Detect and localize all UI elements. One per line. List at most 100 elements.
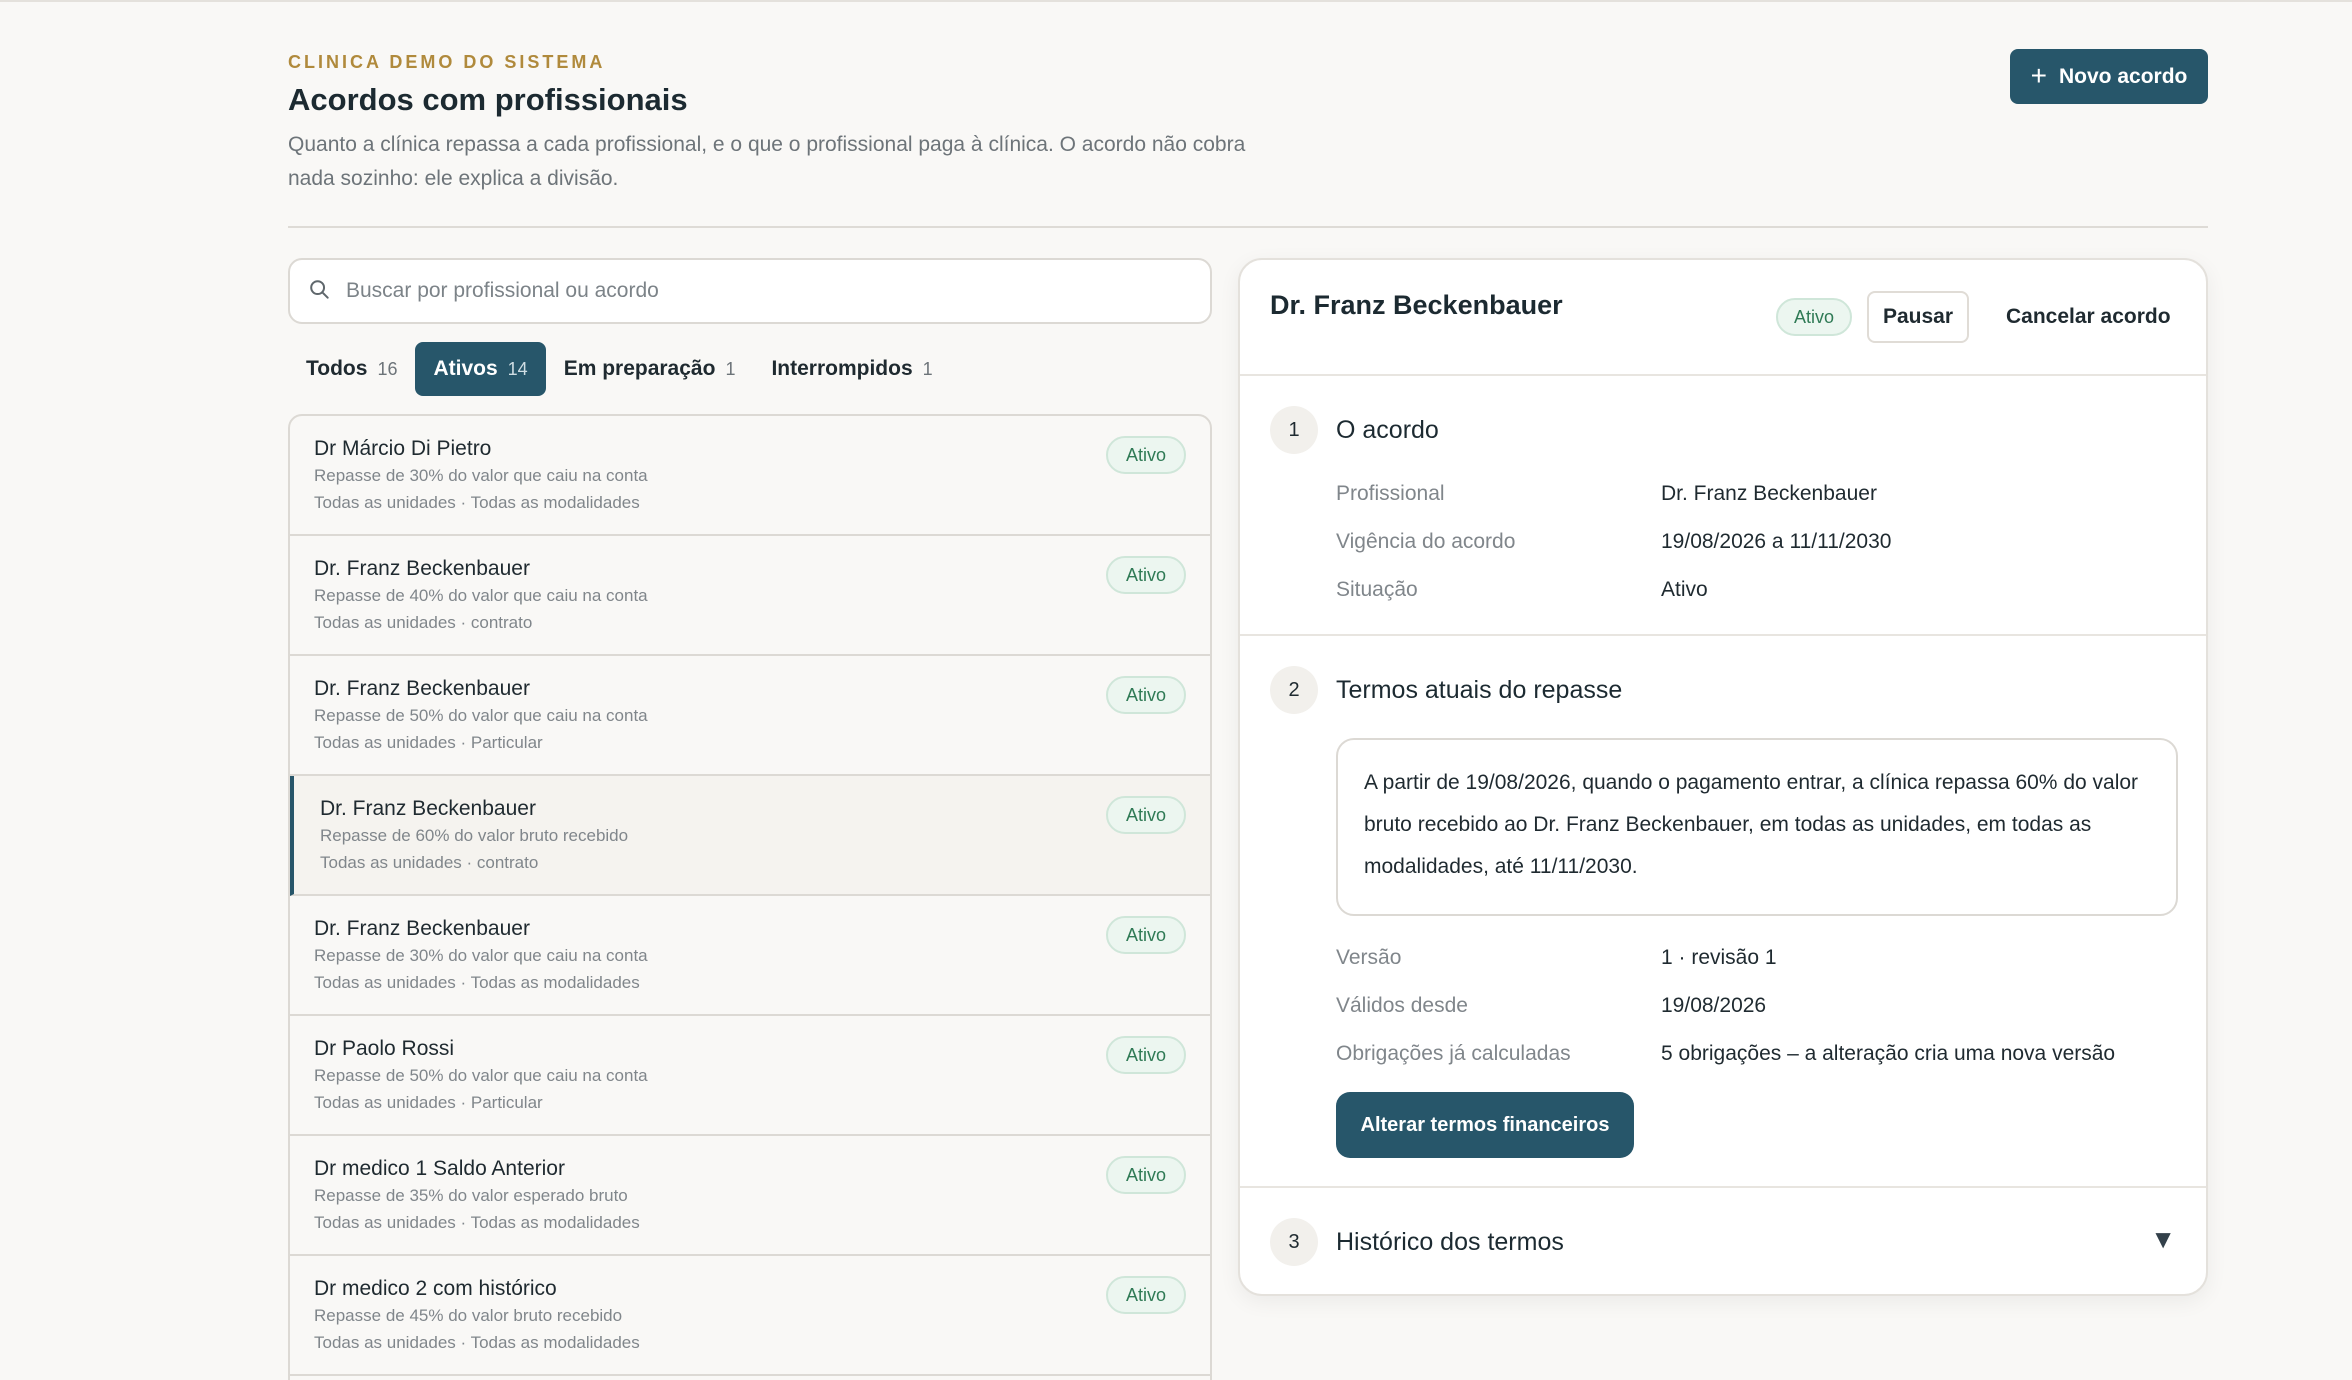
alter-financial-terms-button[interactable]: Alterar termos financeiros — [1336, 1092, 1634, 1158]
field-row: Válidos desde 19/08/2026 — [1336, 994, 1766, 1018]
list-item-selected[interactable]: Dr. Franz Beckenbauer Repasse de 60% do … — [290, 776, 1210, 896]
tab-count: 1 — [725, 358, 736, 379]
tab-ativos[interactable]: Ativos 14 — [415, 342, 546, 396]
new-agreement-button[interactable]: + Novo acordo — [2010, 49, 2208, 104]
agreement-terms: Repasse de 35% do valor esperado bruto — [314, 1186, 628, 1205]
professional-name: Dr. Franz Beckenbauer — [320, 797, 536, 820]
agreement-terms: Repasse de 45% do valor bruto recebido — [314, 1306, 623, 1325]
field-label: Situação — [1336, 578, 1418, 601]
step-number: 3 — [1270, 1218, 1318, 1266]
agreement-terms: Repasse de 60% do valor bruto recebido — [320, 826, 629, 845]
field-value: 19/08/2026 a 11/11/2030 — [1661, 530, 1892, 553]
field-value: 19/08/2026 — [1661, 994, 1767, 1017]
clinic-name: CLINICA DEMO DO SISTEMA — [288, 52, 606, 72]
professional-name: Dr Paolo Rossi — [314, 1037, 455, 1060]
new-agreement-label: Novo acordo — [2059, 64, 2188, 88]
status-badge: Ativo — [1105, 436, 1186, 474]
field-label: Vigência do acordo — [1336, 530, 1516, 553]
status-tabs: Todos 16 Ativos 14 Em preparação 1 Inter… — [288, 342, 951, 396]
field-row: Profissional Dr. Franz Beckenbauer — [1336, 482, 1877, 506]
step-number: 1 — [1270, 406, 1318, 454]
search-input[interactable] — [346, 279, 1166, 303]
agreement-terms: Repasse de 50% do valor que caiu na cont… — [314, 1066, 648, 1085]
agreement-terms: Repasse de 50% do valor que caiu na cont… — [314, 706, 648, 725]
tab-label: Todos — [306, 357, 368, 380]
agreement-scope: Todas as unidades · contrato — [314, 613, 533, 632]
page-title: Acordos com profissionais — [288, 82, 688, 117]
page-description: Quanto a clínica repassa a cada profissi… — [288, 133, 1246, 190]
section-agreement: 1 O acordo Profissional Dr. Franz Becken… — [1240, 376, 2206, 636]
professional-name: Dr. Franz Beckenbauer — [314, 557, 530, 580]
field-row: Obrigações já calculadas 5 obrigações – … — [1336, 1042, 2115, 1066]
list-item[interactable]: Dr medico 2 com histórico Repasse de 45%… — [290, 1256, 1210, 1376]
detail-header: Dr. Franz Beckenbauer Ativo Pausar Cance… — [1240, 260, 2206, 376]
professional-name: Dr medico 1 Saldo Anterior — [314, 1157, 565, 1180]
field-label: Obrigações já calculadas — [1336, 1042, 1571, 1065]
header-divider — [288, 226, 2208, 228]
status-badge: Ativo — [1105, 1036, 1186, 1074]
agreement-terms: Repasse de 30% do valor que caiu na cont… — [314, 466, 648, 485]
list-item[interactable]: Dr Paolo Rossi Repasse de 50% do valor q… — [290, 1016, 1210, 1136]
agreement-scope: Todas as unidades · Todas as modalidades — [314, 493, 640, 512]
tab-label: Interrompidos — [771, 357, 913, 380]
field-value: Ativo — [1661, 578, 1708, 601]
tab-count: 14 — [507, 358, 528, 379]
status-badge: Ativo — [1105, 676, 1186, 714]
field-row: Situação Ativo — [1336, 578, 1708, 602]
status-badge: Ativo — [1105, 556, 1186, 594]
status-badge: Ativo — [1776, 298, 1853, 336]
cancel-agreement-button[interactable]: Cancelar acordo — [1992, 291, 2185, 343]
field-value: Dr. Franz Beckenbauer — [1661, 482, 1877, 505]
search-icon — [308, 278, 330, 305]
tab-interrompidos[interactable]: Interrompidos 1 — [753, 342, 950, 396]
agreement-scope: Todas as unidades · Todas as modalidades — [314, 973, 640, 992]
agreement-detail-panel: Dr. Franz Beckenbauer Ativo Pausar Cance… — [1238, 258, 2208, 1296]
field-label: Versão — [1336, 946, 1402, 969]
list-item[interactable]: Dr. Franz Beckenbauer Repasse de 40% do … — [290, 536, 1210, 656]
tab-label: Ativos — [433, 357, 498, 380]
status-badge: Ativo — [1105, 916, 1186, 954]
list-item[interactable]: Dr medico 1 Saldo Anterior Repasse de 35… — [290, 1136, 1210, 1256]
professional-name: Dr medico 2 com histórico — [314, 1277, 557, 1300]
step-number: 2 — [1270, 666, 1318, 714]
top-border — [0, 0, 2352, 2]
terms-summary: A partir de 19/08/2026, quando o pagamen… — [1336, 738, 2178, 916]
field-value: 5 obrigações – a alteração cria uma nova… — [1661, 1042, 2116, 1065]
agreement-terms: Repasse de 40% do valor que caiu na cont… — [314, 586, 648, 605]
agreement-list: Dr Márcio Di Pietro Repasse de 30% do va… — [288, 414, 1212, 1380]
agreement-scope: Todas as unidades · contrato — [320, 853, 539, 872]
agreement-scope: Todas as unidades · Todas as modalidades — [314, 1213, 640, 1232]
status-badge: Ativo — [1105, 796, 1186, 834]
tab-count: 16 — [377, 358, 398, 379]
field-label: Válidos desde — [1336, 994, 1468, 1017]
field-row: Versão 1 · revisão 1 — [1336, 946, 1777, 970]
agreement-scope: Todas as unidades · Todas as modalidades — [314, 1333, 640, 1352]
list-item[interactable]: Dr. Franz Beckenbauer Repasse de 50% do … — [290, 656, 1210, 776]
agreement-terms: Repasse de 30% do valor que caiu na cont… — [314, 946, 648, 965]
section-title: O acordo — [1336, 416, 1439, 444]
tab-count: 1 — [922, 358, 933, 379]
section-title: Histórico dos termos — [1336, 1228, 1564, 1256]
professional-name: Dr. Franz Beckenbauer — [314, 677, 530, 700]
section-title: Termos atuais do repasse — [1336, 676, 1623, 704]
field-row: Vigência do acordo 19/08/2026 a 11/11/20… — [1336, 530, 1891, 554]
field-value: 1 · revisão 1 — [1661, 946, 1777, 969]
search-box[interactable] — [288, 258, 1212, 324]
detail-title: Dr. Franz Beckenbauer — [1270, 290, 1563, 320]
section-terms-history[interactable]: 3 Histórico dos termos ▼ — [1240, 1190, 2206, 1294]
professional-name: Dr Márcio Di Pietro — [314, 437, 492, 460]
agreement-scope: Todas as unidades · Particular — [314, 733, 543, 752]
status-badge: Ativo — [1105, 1276, 1186, 1314]
list-item[interactable]: Dr Márcio Di Pietro Repasse de 30% do va… — [290, 416, 1210, 536]
tab-em-preparacao[interactable]: Em preparação 1 — [546, 342, 754, 396]
field-label: Profissional — [1336, 482, 1445, 505]
list-item[interactable]: Dr. Franz Beckenbauer Repasse de 30% do … — [290, 896, 1210, 1016]
professional-name: Dr. Franz Beckenbauer — [314, 917, 530, 940]
triangle-down-icon[interactable]: ▼ — [2150, 1224, 2176, 1255]
tab-todos[interactable]: Todos 16 — [288, 342, 415, 396]
pause-button[interactable]: Pausar — [1867, 291, 1969, 343]
status-badge: Ativo — [1105, 1156, 1186, 1194]
plus-icon: + — [2030, 59, 2047, 91]
tab-label: Em preparação — [563, 357, 716, 380]
agreement-scope: Todas as unidades · Particular — [314, 1093, 543, 1112]
